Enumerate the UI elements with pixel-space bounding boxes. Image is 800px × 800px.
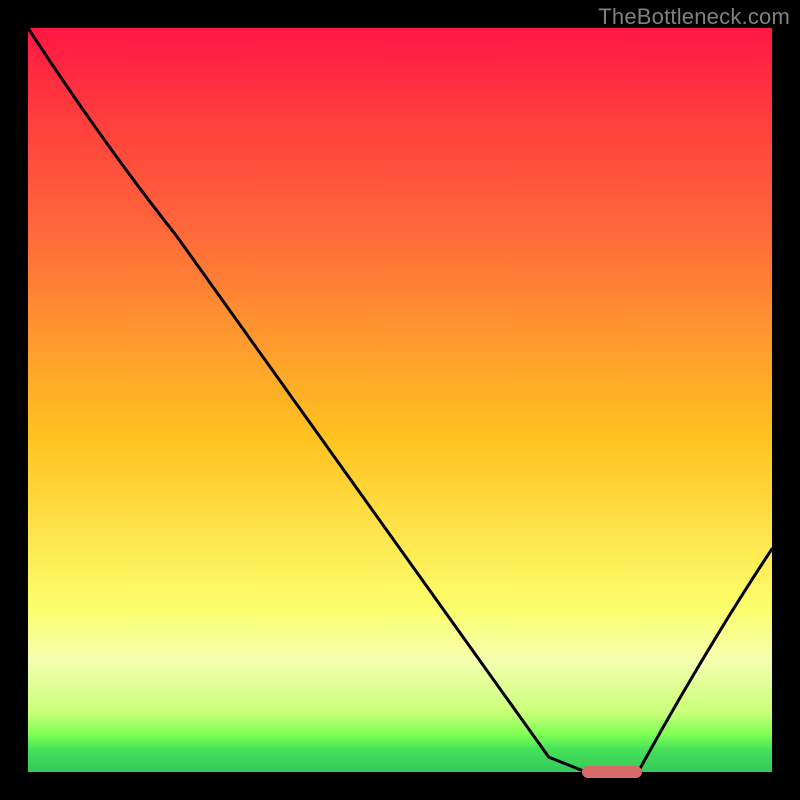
optimal-marker xyxy=(582,766,642,778)
watermark-text: TheBottleneck.com xyxy=(598,4,790,30)
curve-layer xyxy=(28,28,772,772)
bottleneck-curve xyxy=(28,28,772,772)
chart-root: TheBottleneck.com xyxy=(0,0,800,800)
